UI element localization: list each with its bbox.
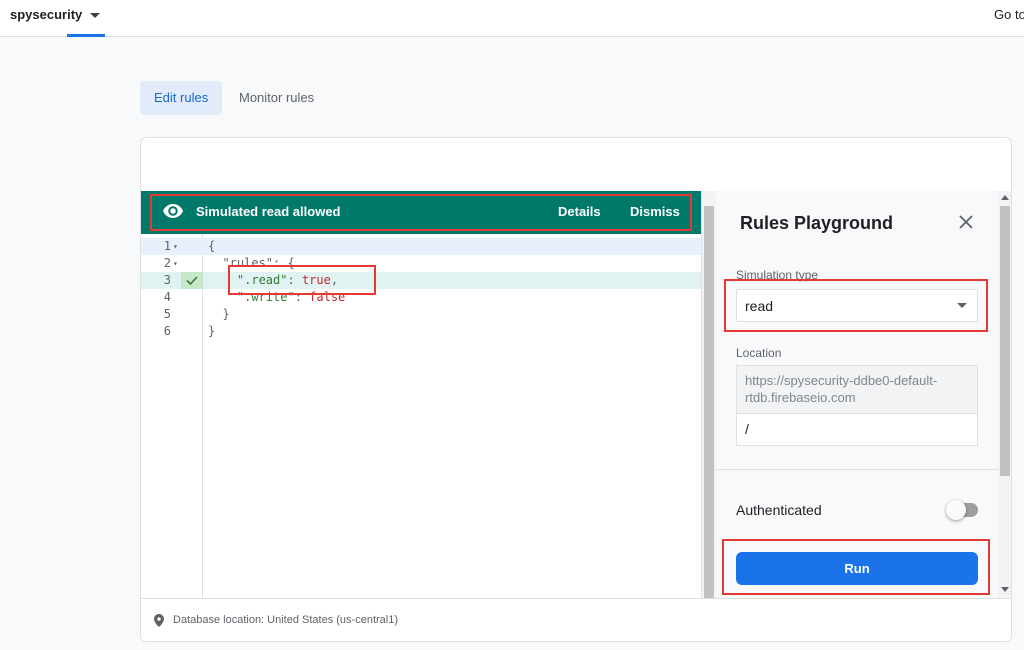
project-name: spysecurity [10, 7, 83, 22]
code-line: 1 ▾ { [141, 238, 701, 255]
divider [716, 469, 998, 470]
scroll-up-icon[interactable] [1001, 195, 1009, 200]
code-line: 5 } [141, 306, 701, 323]
check-icon [181, 272, 203, 289]
code-line: 3 ".read": true, [141, 272, 701, 289]
simulation-type-highlight-box [724, 279, 988, 332]
location-pin-icon [154, 614, 164, 627]
fold-arrow-icon[interactable]: ▾ [173, 255, 178, 272]
chevron-down-icon [90, 12, 101, 18]
banner-highlight-box [150, 194, 692, 231]
simulation-result-banner: Simulated read allowed Details Dismiss [141, 191, 701, 234]
code-line: 4 ".write": false [141, 289, 701, 306]
authenticated-toggle[interactable] [946, 500, 978, 520]
line-number: 2 [163, 256, 171, 270]
run-button-highlight-box [722, 539, 990, 595]
card-footer: Database location: United States (us-cen… [141, 598, 1011, 641]
fold-arrow-icon[interactable]: ▾ [173, 238, 178, 255]
line-number: 3 [163, 273, 171, 287]
code-text: } [208, 307, 230, 321]
rules-playground-panel: Rules Playground Simulation type read Lo… [716, 191, 998, 598]
location-prefix: https://spysecurity-ddbe0-default-rtdb.f… [736, 365, 978, 413]
line-number: 6 [163, 324, 171, 338]
playground-scrollbar-thumb[interactable] [1000, 206, 1010, 476]
location-path-input[interactable]: / [736, 413, 978, 446]
rules-editor[interactable]: Simulated read allowed Details Dismiss 1… [141, 191, 702, 598]
tab-monitor-rules[interactable]: Monitor rules [225, 81, 328, 115]
code-line: 6 } [141, 323, 701, 340]
authenticated-label: Authenticated [736, 502, 822, 518]
top-bar: spysecurity Go to [0, 0, 1024, 37]
playground-title: Rules Playground [740, 213, 894, 233]
tab-edit-rules[interactable]: Edit rules [140, 81, 223, 115]
line-number: 4 [163, 290, 171, 304]
goto-button[interactable]: Go to [994, 7, 1024, 22]
code-line: 2 ▾ "rules": { [141, 255, 701, 272]
scroll-down-icon[interactable] [1001, 587, 1009, 592]
project-selector[interactable]: spysecurity [10, 7, 101, 22]
code-text: { [208, 239, 216, 253]
line-number: 1 [163, 239, 171, 253]
read-rule-highlight-box [228, 265, 376, 295]
editor-scrollbar-thumb[interactable] [704, 206, 714, 598]
code-text: } [208, 324, 216, 338]
rules-card: Simulated read allowed Details Dismiss 1… [140, 137, 1012, 642]
project-underline [67, 34, 105, 37]
location-label: Location [736, 346, 782, 360]
line-number: 5 [163, 307, 171, 321]
toggle-knob [946, 500, 966, 520]
close-icon[interactable] [957, 213, 975, 231]
database-location-text: Database location: United States (us-cen… [173, 614, 399, 626]
